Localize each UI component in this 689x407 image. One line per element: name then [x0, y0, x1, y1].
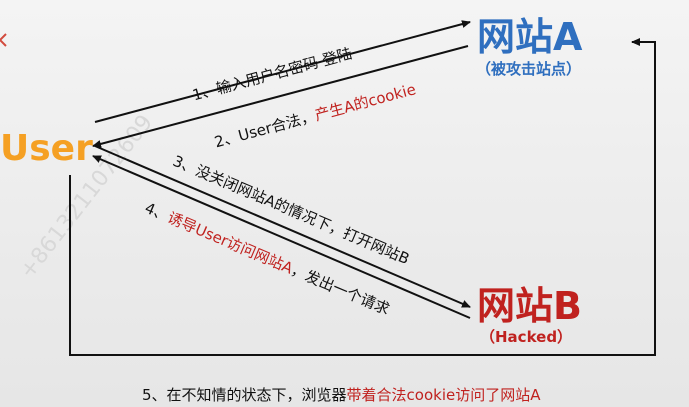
- arrow-step-3: [94, 145, 471, 308]
- node-site-a-sublabel: （被攻击站点）: [476, 60, 582, 78]
- edge-mark-icon: [0, 33, 7, 47]
- node-site-b: 网站B: [477, 284, 582, 328]
- node-site-a: 网站A: [477, 15, 583, 59]
- node-user: User: [0, 128, 93, 169]
- step-5-label: 5、在不知情的状态下，浏览器带着合法cookie访问了网站A: [142, 386, 541, 404]
- node-site-b-sublabel: （Hacked）: [480, 328, 573, 346]
- arrow-step-4: [92, 155, 471, 319]
- csrf-diagram: +8613211072609 User 网站A （被攻击站点） 网站B （Hac…: [0, 0, 689, 407]
